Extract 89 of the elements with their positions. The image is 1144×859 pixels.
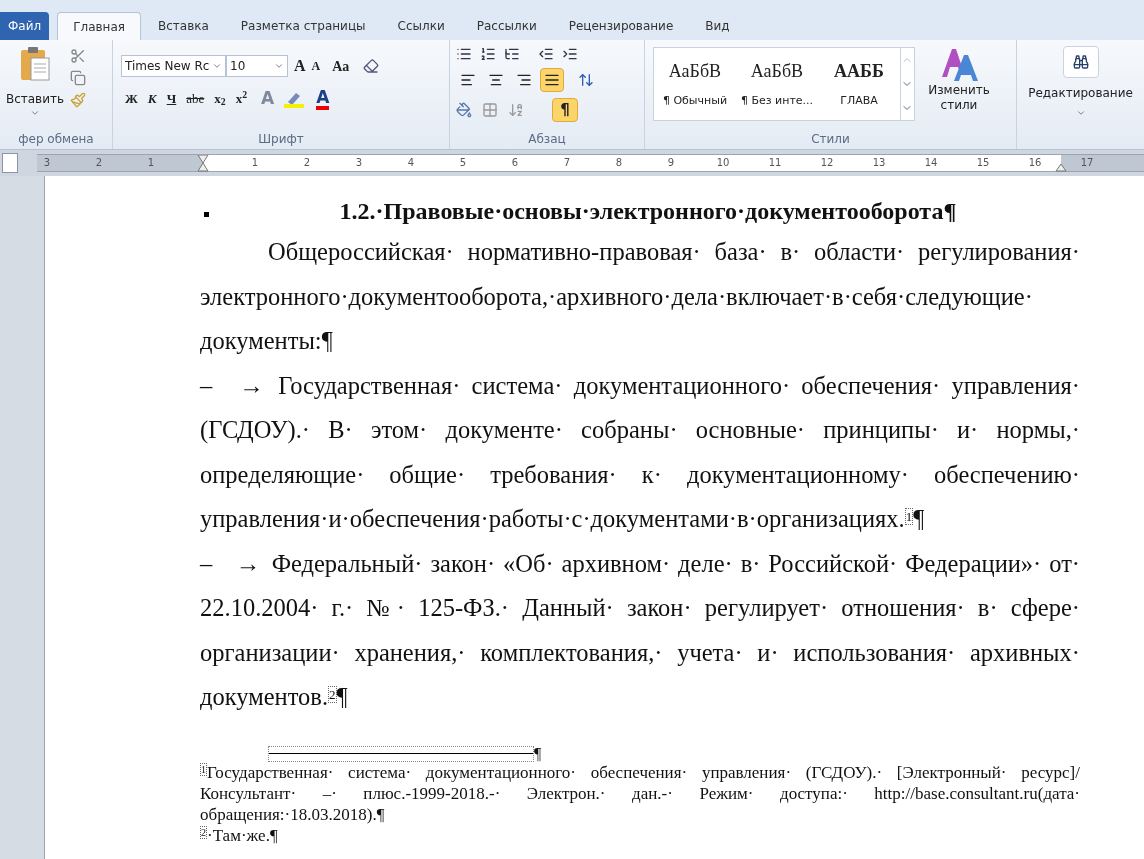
align-lines-icon xyxy=(544,72,560,88)
dropdown-caret-icon xyxy=(30,108,40,118)
shrink-font-button[interactable]: A xyxy=(311,57,321,75)
ruler-number: 13 xyxy=(872,156,886,170)
align-button[interactable] xyxy=(540,68,564,92)
group-label: Абзац xyxy=(528,131,566,148)
dropdown-caret-icon xyxy=(212,61,222,71)
right-indent-marker-icon[interactable] xyxy=(1055,163,1067,172)
ruler-number: 9 xyxy=(667,156,675,170)
font-name-value: Times New Rc xyxy=(125,58,210,75)
ribbon-tab[interactable]: Рецензирование xyxy=(553,12,689,40)
ruler-number: 5 xyxy=(459,156,467,170)
format-button[interactable]: Ж xyxy=(125,89,138,109)
style-item[interactable]: АаБбВ ¶ Обычный xyxy=(654,48,736,120)
ruler-number: 3 xyxy=(43,156,51,170)
group-label: фер обмена xyxy=(18,131,94,148)
clipboard-icon xyxy=(19,46,51,82)
sort-icon[interactable] xyxy=(508,102,524,118)
list-paragraph: – → Федеральный· закон· «Об· архивном· деле· в· Российской· Федерации»· от· 22.10.2004· г.· №· 125-ФЗ.· Данный· закон· регулирует· отношения· в· сфере· организации· хранения,· комплектования,· учета· и· использования· архивных· документов.$^{2}$¶ xyxy=(200,548,1080,712)
ruler-number: 14 xyxy=(924,156,938,170)
ruler-number: 7 xyxy=(563,156,571,170)
font-color-button[interactable]: A xyxy=(316,87,330,110)
ruler-number: 16 xyxy=(1028,156,1042,170)
file-tab[interactable]: Файл xyxy=(0,12,50,40)
font-size-field[interactable]: 10 xyxy=(226,55,288,77)
group-label: Стили xyxy=(811,131,850,148)
ruler-number: 11 xyxy=(768,156,782,170)
ruler-number: 2 xyxy=(303,156,311,170)
ribbon-tab[interactable]: Главная xyxy=(57,12,141,40)
ruler-number: 12 xyxy=(820,156,834,170)
ribbon-tab[interactable]: Ссылки xyxy=(382,12,460,40)
grow-font-button[interactable]: A xyxy=(294,54,306,78)
copy-icon[interactable] xyxy=(70,70,86,86)
editing-button[interactable]: Редактирование xyxy=(1028,46,1133,118)
align-lines-icon xyxy=(516,72,532,88)
keep-with-next-mark xyxy=(204,212,209,217)
change-styles-button[interactable]: Изменить стили xyxy=(923,47,995,113)
dropdown-caret-icon xyxy=(274,61,284,71)
ruler-number: 8 xyxy=(615,156,623,170)
footnote-text: $^{2}$·Там·же.¶ xyxy=(200,824,279,846)
paste-button[interactable]: Вставить xyxy=(0,46,70,129)
body-paragraph: Общероссийская· нормативно-правовая· база· в· области· регулирования· электронного·документооборота,·архивного·дела·включает·в·себя·следующие· документы:¶ xyxy=(200,237,1080,356)
cut-icon[interactable] xyxy=(70,48,86,64)
font-name-field[interactable]: Times New Rc xyxy=(121,55,226,77)
format-button[interactable]: x$_{2}$ xyxy=(214,89,226,109)
ribbon-tab[interactable]: Рассылки xyxy=(461,12,552,40)
style-item[interactable]: АаБбВ ¶ Без инте... xyxy=(736,48,818,120)
shading-icon[interactable] xyxy=(456,102,472,118)
ribbon-tab[interactable]: Разметка страницы xyxy=(225,12,381,40)
paragraph-mark: ¶ xyxy=(534,745,542,762)
ruler-number: 15 xyxy=(976,156,990,170)
style-item[interactable]: ААББ ГЛАВА xyxy=(818,48,900,120)
ruler-number: 17 xyxy=(1080,156,1094,170)
list-paragraph: – → Государственная· система· документационного· обеспечения· управления· (ГСДОУ).· В· этом· документе· собраны· основные· принципы· и· нормы,· определяющие· общие· требования· к· документационному· обеспечению· управления·и·обеспечения·работы·с·документами·в·организациях.$^{1}$¶ xyxy=(200,370,1080,534)
line-spacing-icon[interactable] xyxy=(578,72,594,88)
dropdown-caret-icon xyxy=(1075,108,1086,118)
bullet-list-icon[interactable] xyxy=(456,46,472,62)
change-case-button[interactable]: Aa xyxy=(332,55,350,77)
ruler-number: 1 xyxy=(251,156,259,170)
align-lines-icon xyxy=(488,72,504,88)
ribbon-tab[interactable]: Вставка xyxy=(143,12,224,40)
format-button[interactable]: К xyxy=(147,89,157,109)
borders-icon[interactable] xyxy=(482,102,498,118)
section-heading: 1.2.·Правовые·основы·электронного·документооборота¶ xyxy=(338,197,958,226)
footnote-text: $^{1}$Государственная· система· документационного· обеспечения· управления· (ГСДОУ).· [Электронный· ресурс]/Консультант· –· плюс.-1999-2018.-· Электрон.· дан.-· Режим· доступа:· http://base.consultant.ru(дата· обращения:·18.03.2018).¶ xyxy=(200,761,1080,825)
ruler-number: 1 xyxy=(147,156,155,170)
multilevel-list-icon[interactable] xyxy=(504,46,520,62)
indent-marker-icon[interactable] xyxy=(197,155,209,173)
ruler-number: 10 xyxy=(716,156,730,170)
ruler-number: 3 xyxy=(355,156,363,170)
format-button[interactable]: abe xyxy=(186,89,205,109)
binoculars-icon xyxy=(1072,54,1089,70)
ruler-corner xyxy=(2,153,18,173)
show-marks-button[interactable]: ¶ xyxy=(552,98,578,122)
increase-indent-icon[interactable] xyxy=(562,46,578,62)
ruler-number: 4 xyxy=(407,156,415,170)
ruler-number: 6 xyxy=(511,156,519,170)
align-lines-icon xyxy=(460,72,476,88)
ribbon-tab[interactable]: Вид xyxy=(690,12,745,40)
group-label: Шрифт xyxy=(258,131,304,148)
format-painter-icon[interactable] xyxy=(70,92,86,108)
clear-formatting-icon[interactable] xyxy=(363,58,380,74)
decrease-indent-icon[interactable] xyxy=(538,46,554,62)
format-button[interactable]: Ч xyxy=(166,89,177,109)
numbered-list-icon[interactable] xyxy=(480,46,496,62)
ruler-number: 2 xyxy=(95,156,103,170)
format-button[interactable]: x$^{2}$ xyxy=(235,89,248,109)
styles-letters-icon xyxy=(940,47,978,83)
font-size-value: 10 xyxy=(230,58,246,75)
